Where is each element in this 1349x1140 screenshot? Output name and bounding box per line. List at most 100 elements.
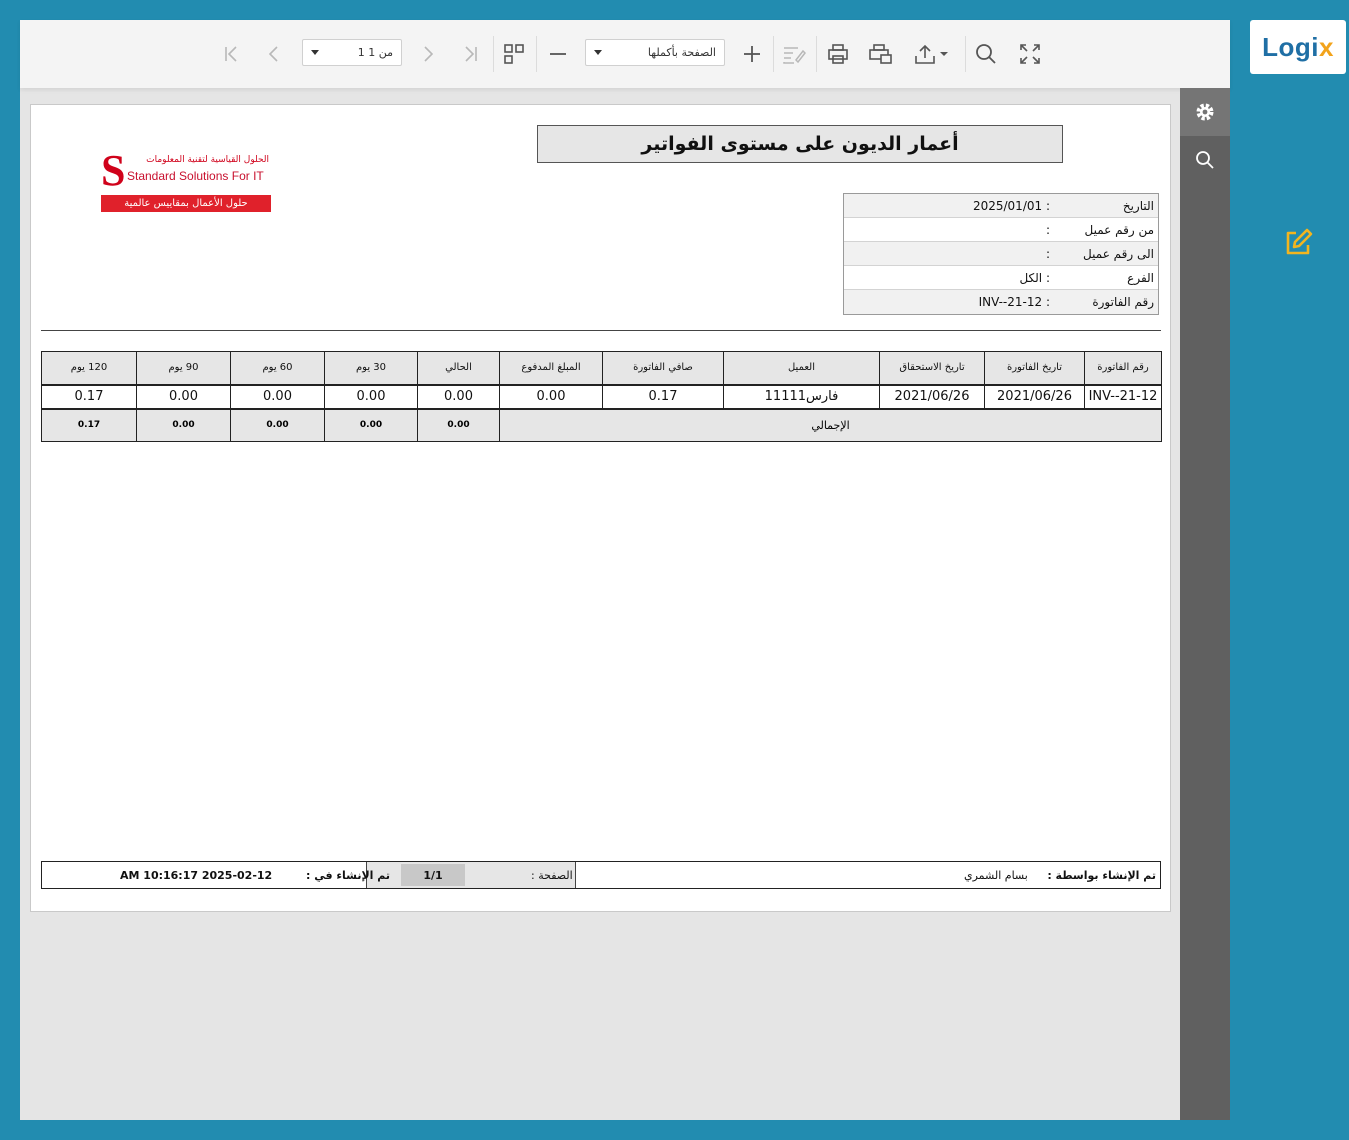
next-page-button[interactable] <box>412 38 444 70</box>
created-by-value: بسام الشمري <box>964 868 1028 882</box>
aging-table: رقم الفاتورة تاريخ الفاتورة تاريخ الاستح… <box>41 351 1162 442</box>
first-page-icon <box>225 46 237 62</box>
table-cell: 0.00 <box>230 383 325 409</box>
zoom-out-button[interactable] <box>542 38 574 70</box>
chevron-down-icon <box>311 50 319 55</box>
parameters-table: التاريخ : 2025/01/01 من رقم عميل : الى ر… <box>843 193 1159 315</box>
info-row: التاريخ : 2025/01/01 <box>844 194 1158 218</box>
column-header: صافي الفاتورة <box>602 351 724 385</box>
page-label: الصفحة : <box>531 868 573 882</box>
created-by-label: تم الإنشاء بواسطة : <box>1047 868 1156 882</box>
total-cell: 0.17 <box>41 407 137 442</box>
total-cell: 0.00 <box>136 407 231 442</box>
table-cell: فارس11111 <box>723 383 880 409</box>
table-header-row: رقم الفاتورة تاريخ الفاتورة تاريخ الاستح… <box>41 351 1162 385</box>
table-cell: 0.00 <box>324 383 418 409</box>
info-value: : <box>1045 222 1050 237</box>
report-title: أعمار الديون على مستوى الفواتير <box>537 125 1063 163</box>
multipage-icon <box>504 44 524 64</box>
page-select[interactable]: من 1 1 <box>302 39 402 66</box>
logo-arabic-line: الحلول القياسية لتقنية المعلومات <box>146 155 269 165</box>
table-cell: 0.00 <box>499 383 603 409</box>
brand-name-accent: x <box>1318 31 1334 62</box>
print-button[interactable] <box>822 38 854 70</box>
info-row: رقم الفاتورة : INV--21-12 <box>844 290 1158 314</box>
viewer-toolbar: من 1 1 الصفحة بأكملها <box>20 20 1230 88</box>
last-page-icon <box>465 46 477 62</box>
page-select-value: من 1 1 <box>357 46 393 59</box>
fullscreen-button[interactable] <box>1014 38 1046 70</box>
page-number: 1/1 <box>401 864 465 886</box>
zoom-select[interactable]: الصفحة بأكملها <box>585 39 725 66</box>
logo-tagline: حلول الأعمال بمقاييس عالمية <box>101 195 271 212</box>
print-page-icon <box>869 44 892 64</box>
brand-name-main: Logi <box>1262 31 1319 62</box>
toolbar-divider <box>536 36 537 72</box>
column-header: تاريخ الفاتورة <box>984 351 1085 385</box>
column-header: المبلغ المدفوع <box>499 351 603 385</box>
info-row: من رقم عميل : <box>844 218 1158 242</box>
table-cell: 0.17 <box>602 383 724 409</box>
table-cell: 2021/06/26 <box>879 383 985 409</box>
total-cell: 0.00 <box>417 407 500 442</box>
search-icon <box>976 44 996 64</box>
info-row: الى رقم عميل : <box>844 242 1158 266</box>
zoom-out-icon <box>550 53 566 55</box>
prev-page-button[interactable] <box>258 38 290 70</box>
parameters-button[interactable] <box>1180 88 1230 136</box>
total-cell: 0.00 <box>324 407 418 442</box>
toolbar-divider <box>816 36 817 72</box>
column-header: 60 يوم <box>230 351 325 385</box>
info-row: الفرع : الكل <box>844 266 1158 290</box>
toolbar-divider <box>773 36 774 72</box>
chevron-down-icon <box>594 50 602 55</box>
edit-icon[interactable] <box>1282 227 1314 259</box>
footer-divider <box>575 862 576 888</box>
export-button[interactable] <box>910 38 954 70</box>
column-header: 90 يوم <box>136 351 231 385</box>
zoom-select-value: الصفحة بأكملها <box>647 46 716 59</box>
column-header: 30 يوم <box>324 351 418 385</box>
logo-english-line: Standard Solutions For IT <box>127 169 264 183</box>
gear-icon <box>1196 103 1214 121</box>
table-cell: INV--21-12 <box>1084 383 1162 409</box>
column-header: تاريخ الاستحقاق <box>879 351 985 385</box>
table-cell: 0.00 <box>417 383 500 409</box>
info-label: من رقم عميل <box>1084 222 1154 237</box>
search-button[interactable] <box>970 38 1002 70</box>
info-value: : INV--21-12 <box>978 295 1050 309</box>
info-value: : 2025/01/01 <box>972 198 1050 213</box>
table-cell: 2021/06/26 <box>984 383 1085 409</box>
export-icon <box>915 44 948 64</box>
column-header: العميل <box>723 351 880 385</box>
table-cell: 0.00 <box>136 383 231 409</box>
logo-mark: S <box>101 146 126 195</box>
totals-row: الإجمالي 0.00 0.00 0.00 0.00 0.17 <box>41 407 1162 442</box>
zoom-in-icon <box>744 46 760 62</box>
side-panel <box>1180 88 1230 1120</box>
zoom-in-button[interactable] <box>736 38 768 70</box>
side-search-button[interactable] <box>1180 136 1230 184</box>
column-header: 120 يوم <box>41 351 137 385</box>
last-page-button[interactable] <box>454 38 486 70</box>
editing-fields-button[interactable] <box>778 38 810 70</box>
report-footer: تم الإنشاء بواسطة : بسام الشمري الصفحة :… <box>41 861 1161 889</box>
prev-page-icon <box>268 46 278 62</box>
multipage-button[interactable] <box>498 38 530 70</box>
created-at-label: تم الإنشاء في : <box>306 868 391 882</box>
separator-line <box>41 330 1161 331</box>
created-at-value: AM 10:16:17 2025-02-12 <box>120 868 273 882</box>
column-header: الحالي <box>417 351 500 385</box>
totals-label: الإجمالي <box>499 407 1162 442</box>
table-row: INV--21-12 2021/06/26 2021/06/26 فارس111… <box>41 383 1162 409</box>
brand-logo: Logix <box>1250 20 1346 74</box>
info-value: : <box>1045 246 1050 261</box>
info-label: رقم الفاتورة <box>1092 295 1154 309</box>
document-viewer: من 1 1 الصفحة بأكملها أعمار الديون على م… <box>20 20 1230 1120</box>
column-header: رقم الفاتورة <box>1084 351 1162 385</box>
search-icon <box>1196 151 1214 169</box>
first-page-button[interactable] <box>216 38 248 70</box>
next-page-icon <box>424 46 434 62</box>
editing-fields-icon <box>783 47 806 64</box>
print-page-button[interactable] <box>865 38 897 70</box>
